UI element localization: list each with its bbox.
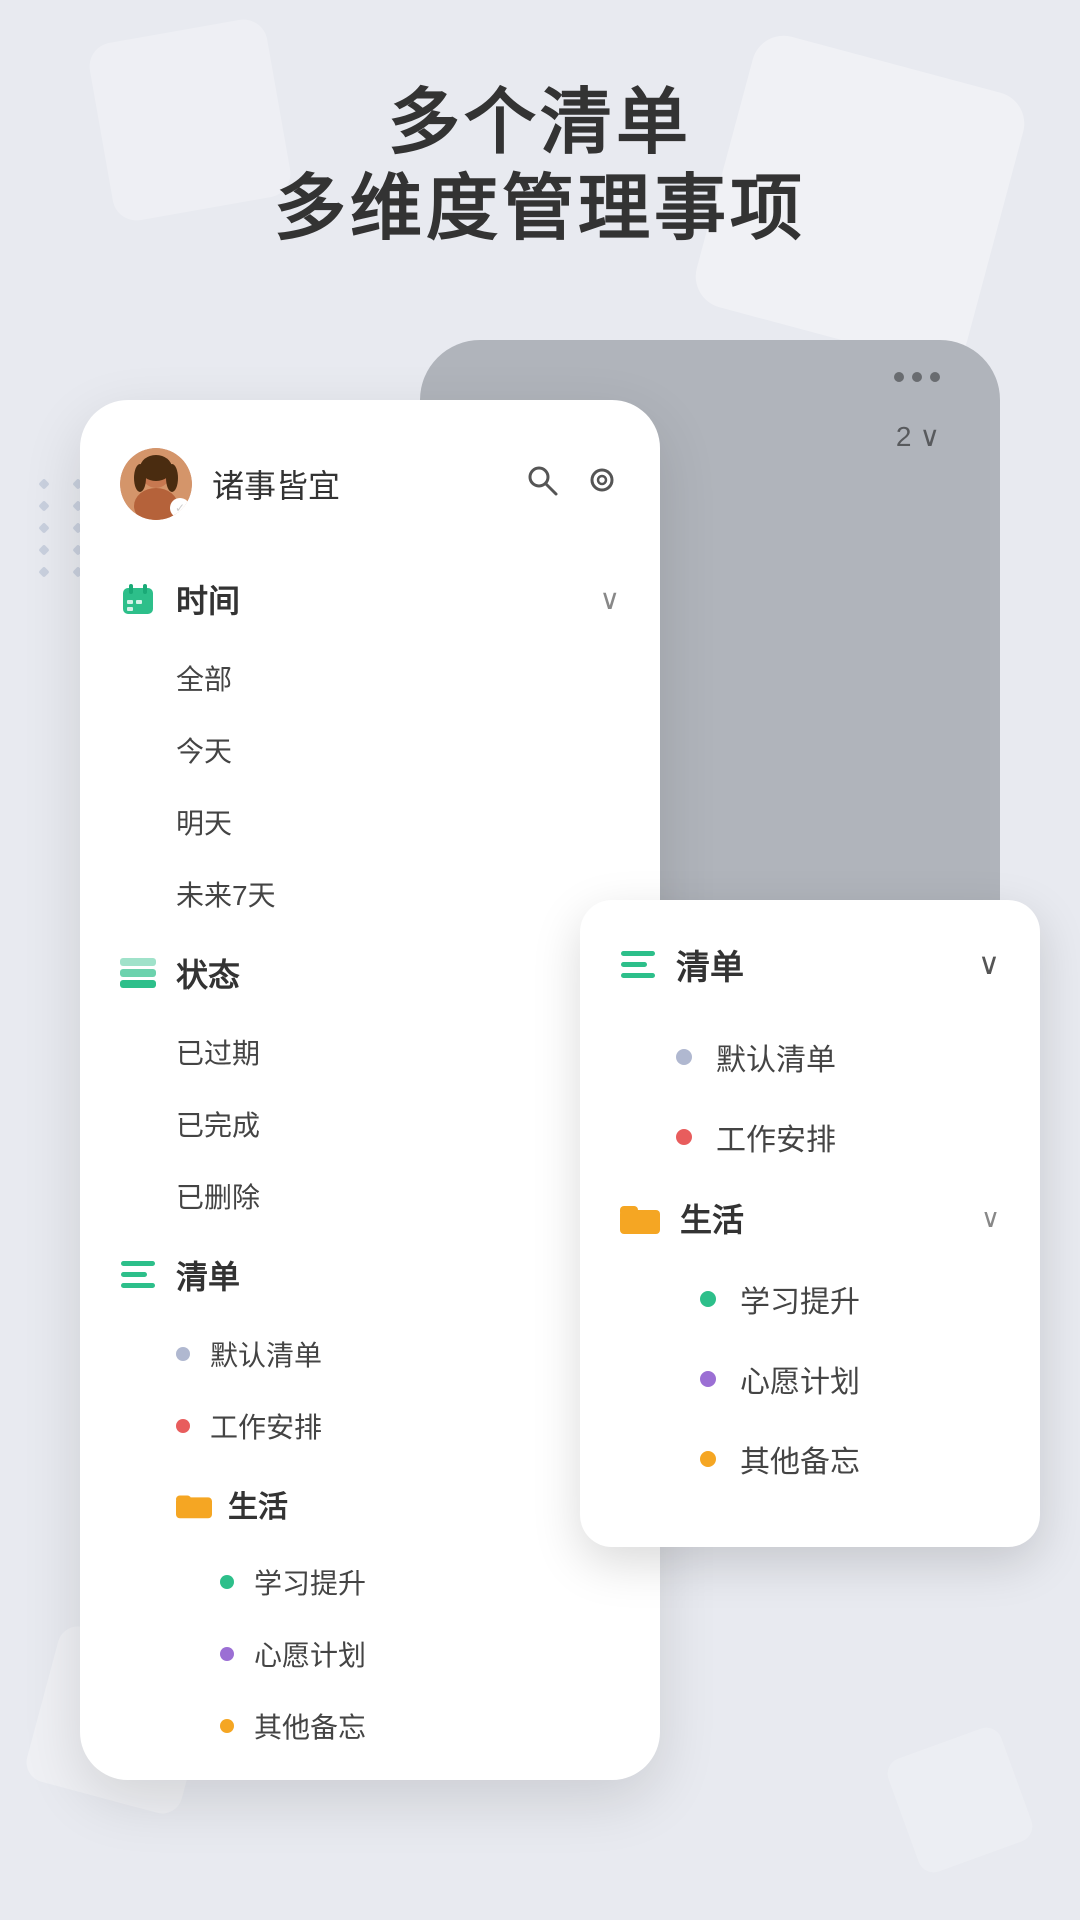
popup-folder-life-icon	[620, 1200, 660, 1236]
section-list-title: 清单	[176, 1252, 620, 1298]
popup-dot-study	[700, 1291, 716, 1307]
phone-bg-dots	[894, 372, 940, 382]
phone-dot-1	[894, 372, 904, 382]
popup-item-wish-label: 心愿计划	[740, 1357, 860, 1401]
popup-section-title: 清单	[676, 940, 978, 989]
status-item-deleted-label: 已删除	[176, 1176, 260, 1216]
phone-bg-count: 2 ∨	[896, 420, 940, 453]
popup-item-wish[interactable]: 心愿计划	[620, 1339, 1000, 1419]
avatar-badge: ✓	[170, 498, 190, 518]
new-list-button[interactable]: ＋ 新建清单	[80, 1770, 660, 1780]
phone-main: ✓ 诸事皆宜	[80, 400, 660, 1780]
popup-folder-life-label: 生活	[680, 1195, 981, 1241]
user-header: ✓ 诸事皆宜	[80, 448, 660, 520]
phone-area: 2 ∨ +	[80, 340, 1000, 1840]
list-item-work[interactable]: 工作安排	[80, 1390, 660, 1462]
popup-item-work[interactable]: 工作安排	[620, 1097, 1000, 1177]
popup-card: 清单 ∨ 默认清单 工作安排 生活 ∨ 学习提升	[580, 900, 1040, 1547]
dot-work	[176, 1419, 190, 1433]
folder-life[interactable]: 生活 ∨	[80, 1462, 660, 1546]
list-item-wish[interactable]: 心愿计划	[80, 1618, 660, 1690]
folder-life-icon	[176, 1486, 212, 1522]
list-item-memo[interactable]: 其他备忘	[80, 1690, 660, 1762]
popup-dot-wish	[700, 1371, 716, 1387]
settings-icon[interactable]	[584, 462, 620, 507]
popup-item-work-label: 工作安排	[716, 1115, 836, 1159]
dot-study	[220, 1575, 234, 1589]
dot-default	[176, 1347, 190, 1361]
section-status-header[interactable]: 状态	[80, 930, 660, 1016]
list-item-study-label: 学习提升	[254, 1562, 366, 1602]
popup-item-memo-label: 其他备忘	[740, 1437, 860, 1481]
avatar: ✓	[120, 448, 192, 520]
list-icon	[120, 1257, 156, 1293]
popup-chevron: ∨	[978, 947, 1000, 982]
popup-dot-memo	[700, 1451, 716, 1467]
status-item-expired-label: 已过期	[176, 1032, 260, 1072]
header-icons	[524, 462, 620, 507]
section-time-header[interactable]: 时间 ∨	[80, 556, 660, 642]
time-item-all-label: 全部	[176, 658, 232, 698]
title-line1: 多个清单	[100, 80, 980, 166]
popup-folder-life[interactable]: 生活 ∨	[620, 1177, 1000, 1259]
phone-dot-3	[930, 372, 940, 382]
header-title-area: 多个清单 多维度管理事项	[0, 80, 1080, 253]
status-item-deleted[interactable]: 已删除	[80, 1160, 660, 1232]
list-item-default[interactable]: 默认清单	[80, 1318, 660, 1390]
dot-memo	[220, 1719, 234, 1733]
time-item-today-label: 今天	[176, 730, 232, 770]
popup-item-study-label: 学习提升	[740, 1277, 860, 1321]
popup-item-default-label: 默认清单	[716, 1035, 836, 1079]
status-item-done[interactable]: 已完成	[80, 1088, 660, 1160]
time-item-all[interactable]: 全部	[80, 642, 660, 714]
section-time-chevron: ∨	[600, 583, 621, 616]
list-item-study[interactable]: 学习提升	[80, 1546, 660, 1618]
section-list: 清单 默认清单 工作安排	[80, 1232, 660, 1762]
user-name: 诸事皆宜	[212, 461, 524, 507]
title-line2: 多维度管理事项	[100, 166, 980, 252]
dot-wish	[220, 1647, 234, 1661]
popup-folder-life-chevron: ∨	[981, 1203, 1000, 1234]
section-list-header[interactable]: 清单	[80, 1232, 660, 1318]
popup-dot-default	[676, 1049, 692, 1065]
section-status: 状态 已过期 已完成 已删除	[80, 930, 660, 1232]
status-item-done-label: 已完成	[176, 1104, 260, 1144]
popup-list-icon	[620, 951, 656, 979]
popup-item-default[interactable]: 默认清单	[620, 1017, 1000, 1097]
phone-dot-2	[912, 372, 922, 382]
phone-content: ✓ 诸事皆宜	[80, 400, 660, 1780]
time-item-tomorrow[interactable]: 明天	[80, 786, 660, 858]
section-time-title: 时间	[176, 576, 600, 622]
list-item-memo-label: 其他备忘	[254, 1706, 366, 1746]
time-item-today[interactable]: 今天	[80, 714, 660, 786]
popup-item-study[interactable]: 学习提升	[620, 1259, 1000, 1339]
list-item-wish-label: 心愿计划	[254, 1634, 366, 1674]
section-time: 时间 ∨ 全部 今天 明天 未来7天	[80, 556, 660, 930]
section-status-title: 状态	[176, 950, 620, 996]
popup-section-header[interactable]: 清单 ∨	[620, 940, 1000, 989]
search-icon[interactable]	[524, 462, 560, 507]
status-item-expired[interactable]: 已过期	[80, 1016, 660, 1088]
folder-life-label: 生活	[228, 1482, 601, 1526]
stack-icon	[120, 955, 156, 991]
calendar-icon	[120, 581, 156, 617]
popup-item-memo[interactable]: 其他备忘	[620, 1419, 1000, 1499]
list-item-work-label: 工作安排	[210, 1406, 322, 1446]
popup-dot-work	[676, 1129, 692, 1145]
time-item-tomorrow-label: 明天	[176, 802, 232, 842]
list-item-default-label: 默认清单	[210, 1334, 322, 1374]
time-item-7days-label: 未来7天	[176, 874, 276, 914]
time-item-7days[interactable]: 未来7天	[80, 858, 660, 930]
